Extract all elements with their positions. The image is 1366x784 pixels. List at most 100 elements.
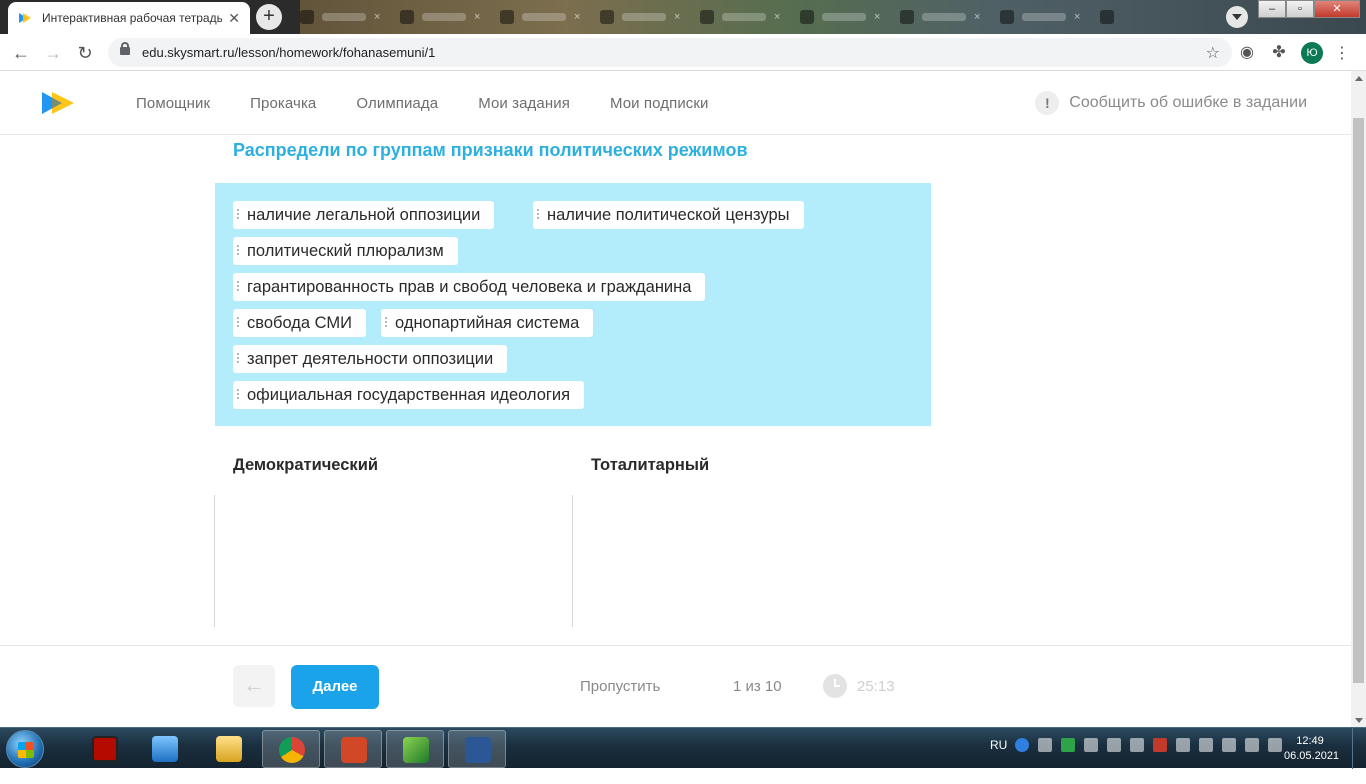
exclamation-icon: ! xyxy=(1035,91,1060,115)
skip-button[interactable]: Пропустить xyxy=(580,678,660,695)
report-error-label: Сообщить об ошибке в задании xyxy=(1069,94,1307,111)
browser-tab-strip: Интерактивная рабочая тетрадь ✕ + × × × … xyxy=(0,0,1366,34)
start-button[interactable] xyxy=(6,730,44,768)
nav-item-my-tasks[interactable]: Мои задания xyxy=(478,95,570,112)
skysmart-logo-icon[interactable] xyxy=(40,90,76,116)
scroll-down-arrow-icon[interactable] xyxy=(1355,718,1363,723)
taskbar-app-explorer[interactable] xyxy=(200,730,258,768)
clock-time: 12:49 xyxy=(1296,735,1324,747)
help-icon[interactable] xyxy=(1015,738,1030,752)
drag-handle-icon[interactable] xyxy=(237,317,239,329)
language-indicator[interactable]: RU xyxy=(990,738,1007,752)
draggable-option[interactable]: политический плюрализм xyxy=(233,237,458,265)
battery-icon[interactable] xyxy=(1222,738,1237,752)
signal-icon[interactable] xyxy=(1130,738,1145,752)
drag-handle-icon[interactable] xyxy=(385,317,387,329)
back-arrow-icon[interactable]: ← xyxy=(10,42,32,64)
scroll-up-arrow-icon[interactable] xyxy=(1355,76,1363,81)
usb-icon[interactable] xyxy=(1199,738,1214,752)
tab-close-icon[interactable]: × xyxy=(874,11,880,23)
show-desktop-button[interactable] xyxy=(1352,728,1366,769)
drag-handle-icon[interactable] xyxy=(237,209,239,221)
tray-arrow-icon[interactable] xyxy=(1038,738,1053,752)
url-text[interactable]: edu.skysmart.ru/lesson/homework/fohanase… xyxy=(142,45,435,60)
volume-icon[interactable] xyxy=(1245,738,1260,752)
background-tab[interactable]: × xyxy=(900,8,990,26)
draggable-option[interactable]: свобода СМИ xyxy=(233,309,366,337)
background-tab[interactable] xyxy=(1100,8,1140,26)
drop-zone-democratic[interactable] xyxy=(214,495,572,627)
security-icon[interactable] xyxy=(1061,738,1076,752)
taskbar-clock[interactable]: 12:49 06.05.2021 xyxy=(1284,734,1339,764)
background-tab[interactable]: × xyxy=(500,8,590,26)
nav-item-olympiad[interactable]: Олимпиада xyxy=(356,95,438,112)
forward-arrow-icon[interactable]: → xyxy=(42,42,64,64)
draggable-option[interactable]: запрет деятельности оппозиции xyxy=(233,345,508,373)
answer-options-pool[interactable]: наличие легальной оппозиции наличие поли… xyxy=(215,183,931,426)
report-error-link[interactable]: ! Сообщить об ошибке в задании xyxy=(1035,91,1307,115)
tab-close-icon[interactable]: ✕ xyxy=(228,10,240,27)
address-bar[interactable]: edu.skysmart.ru/lesson/homework/fohanase… xyxy=(108,38,1232,67)
tab-close-icon[interactable]: × xyxy=(974,11,980,23)
taskbar-app-green[interactable] xyxy=(386,730,444,768)
puzzle-icon[interactable]: ✤ xyxy=(1269,43,1289,63)
star-icon[interactable]: ☆ xyxy=(1206,43,1220,63)
minimize-button[interactable]: – xyxy=(1258,0,1286,18)
background-tab[interactable]: × xyxy=(300,8,390,26)
display-icon[interactable] xyxy=(1176,738,1191,752)
profile-avatar[interactable]: Ю xyxy=(1301,42,1323,64)
nav-item-my-subscriptions[interactable]: Мои подписки xyxy=(610,95,709,112)
draggable-option[interactable]: однопартийная система xyxy=(381,309,594,337)
tab-close-icon[interactable]: × xyxy=(774,11,780,23)
new-tab-button[interactable]: + xyxy=(256,4,282,30)
background-tab[interactable]: × xyxy=(400,8,490,26)
drop-zone-totalitarian[interactable] xyxy=(572,495,930,627)
menu-icon[interactable]: ⋮ xyxy=(1334,43,1350,63)
next-button[interactable]: Далее xyxy=(291,665,379,709)
close-window-button[interactable]: ✕ xyxy=(1314,0,1360,18)
tab-favicon-icon xyxy=(1000,10,1014,24)
maximize-button[interactable]: ▫ xyxy=(1286,0,1314,18)
tab-close-icon[interactable]: × xyxy=(574,11,580,23)
background-tab[interactable]: × xyxy=(700,8,790,26)
active-tab[interactable]: Интерактивная рабочая тетрадь ✕ xyxy=(8,2,250,34)
tab-search-icon[interactable] xyxy=(1226,6,1248,28)
background-tab[interactable]: × xyxy=(1000,8,1090,26)
option-text: свобода СМИ xyxy=(247,313,352,332)
drag-handle-icon[interactable] xyxy=(237,245,239,257)
eye-icon[interactable]: ◉ xyxy=(1237,43,1257,63)
taskbar-app-pdf-reader[interactable] xyxy=(76,730,134,768)
background-tab[interactable]: × xyxy=(600,8,690,26)
task-title: Распредели по группам признаки политичес… xyxy=(233,140,748,160)
tab-close-icon[interactable]: × xyxy=(474,11,480,23)
bluetooth-icon[interactable] xyxy=(1084,738,1099,752)
drag-handle-icon[interactable] xyxy=(537,209,539,221)
tab-close-icon[interactable]: × xyxy=(674,11,680,23)
previous-button[interactable]: ← xyxy=(233,665,275,707)
drag-handle-icon[interactable] xyxy=(237,389,239,401)
draggable-option[interactable]: официальная государственная идеология xyxy=(233,381,585,409)
taskbar-app-media-player[interactable] xyxy=(136,730,194,768)
tab-close-icon[interactable]: × xyxy=(1074,11,1080,23)
reload-icon[interactable]: ↻ xyxy=(74,42,96,64)
drag-handle-icon[interactable] xyxy=(237,281,239,293)
nav-item-training[interactable]: Прокачка xyxy=(250,95,316,112)
draggable-option[interactable]: наличие политической цензуры xyxy=(533,201,804,229)
network-icon[interactable] xyxy=(1107,738,1122,752)
monitor-icon[interactable] xyxy=(1268,738,1283,752)
page-viewport: Помощник Прокачка Олимпиада Мои задания … xyxy=(0,71,1351,727)
scrollbar-thumb[interactable] xyxy=(1353,118,1364,683)
taskbar-app-powerpoint[interactable] xyxy=(324,730,382,768)
option-text: официальная государственная идеология xyxy=(247,385,571,404)
drag-handle-icon[interactable] xyxy=(237,353,239,365)
draggable-option[interactable]: наличие легальной оппозиции xyxy=(233,201,495,229)
taskbar-app-word[interactable] xyxy=(448,730,506,768)
main-nav: Помощник Прокачка Олимпиада Мои задания … xyxy=(136,95,749,112)
page-scrollbar[interactable] xyxy=(1351,71,1366,727)
background-tab[interactable]: × xyxy=(800,8,890,26)
tab-close-icon[interactable]: × xyxy=(374,11,380,23)
taskbar-app-chrome[interactable] xyxy=(262,730,320,768)
sound-warning-icon[interactable] xyxy=(1153,738,1168,752)
nav-item-helper[interactable]: Помощник xyxy=(136,95,210,112)
draggable-option[interactable]: гарантированность прав и свобод человека… xyxy=(233,273,706,301)
